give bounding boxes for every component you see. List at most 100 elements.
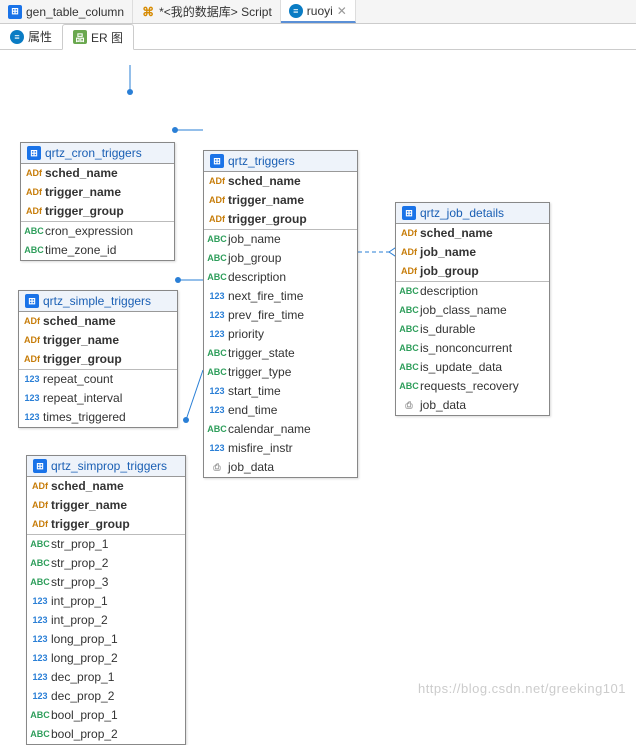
type-icon: 123 (210, 328, 224, 342)
column[interactable]: 123end_time (204, 401, 357, 420)
close-icon[interactable]: ✕ (337, 4, 347, 18)
column-name: trigger_group (51, 517, 130, 532)
column-name: repeat_count (43, 372, 113, 387)
type-icon: ADf (210, 194, 224, 208)
column[interactable]: ABCcron_expression (21, 222, 174, 241)
column[interactable]: 123repeat_interval (19, 389, 177, 408)
type-icon: 123 (210, 290, 224, 304)
column[interactable]: ABCtime_zone_id (21, 241, 174, 260)
column[interactable]: ABCjob_group (204, 249, 357, 268)
pk-column[interactable]: ADftrigger_name (19, 331, 177, 350)
column-name: repeat_interval (43, 391, 122, 406)
pk-column[interactable]: ADftrigger_name (21, 183, 174, 202)
pk-column[interactable]: ADftrigger_group (27, 515, 185, 534)
pk-column[interactable]: ADfjob_group (396, 262, 549, 281)
column[interactable]: ABCrequests_recovery (396, 377, 549, 396)
column[interactable]: 123 next_fire_time (204, 287, 357, 306)
entity-simple[interactable]: ⊞qrtz_simple_triggersADfsched_nameADftri… (18, 290, 178, 428)
column[interactable]: ABCstr_prop_3 (27, 573, 185, 592)
column[interactable]: 123repeat_count (19, 370, 177, 389)
column[interactable]: ABCis_update_data (396, 358, 549, 377)
entity-title: qrtz_simple_triggers (43, 294, 151, 308)
sub-tabs: ≡属性品ER 图 (0, 24, 636, 50)
column-name: cron_expression (45, 224, 133, 239)
entity-header[interactable]: ⊞qrtz_simprop_triggers (27, 456, 185, 477)
column[interactable]: ⎙job_data (204, 458, 357, 477)
column-name: bool_prop_2 (51, 727, 118, 742)
entity-header[interactable]: ⊞qrtz_cron_triggers (21, 143, 174, 164)
pk-column[interactable]: ADfsched_name (27, 477, 185, 496)
column[interactable]: ABCis_nonconcurrent (396, 339, 549, 358)
sub-tab[interactable]: ≡属性 (0, 24, 62, 49)
column-name: job_group (420, 264, 479, 279)
entity-header[interactable]: ⊞qrtz_triggers (204, 151, 357, 172)
er-canvas[interactable]: ⊞qrtz_cron_triggersADfsched_nameADftrigg… (0, 50, 636, 700)
type-icon: ABC (402, 285, 416, 299)
column[interactable]: 123long_prop_1 (27, 630, 185, 649)
column[interactable]: 123dec_prop_2 (27, 687, 185, 706)
pk-column[interactable]: ADftrigger_group (21, 202, 174, 221)
column[interactable]: 123long_prop_2 (27, 649, 185, 668)
pk-column[interactable]: ADfjob_name (396, 243, 549, 262)
column[interactable]: 123misfire_instr (204, 439, 357, 458)
column[interactable]: ABCbool_prop_2 (27, 725, 185, 744)
column[interactable]: ABC job_name (204, 230, 357, 249)
pk-column[interactable]: ADfsched_name (204, 172, 357, 191)
column[interactable]: ABCdescription (204, 268, 357, 287)
column-name: job_data (228, 460, 274, 475)
editor-tab[interactable]: ⌘*<我的数据库> Script (133, 0, 281, 23)
column[interactable]: 123int_prop_2 (27, 611, 185, 630)
type-icon: ABC (210, 233, 224, 247)
column[interactable]: 123times_triggered (19, 408, 177, 427)
watermark: https://blog.csdn.net/greeking101 (418, 681, 626, 696)
column[interactable]: ABCjob_class_name (396, 301, 549, 320)
table-icon: ⊞ (8, 5, 22, 19)
column[interactable]: ABCdescription (396, 282, 549, 301)
column[interactable]: ⎙job_data (396, 396, 549, 415)
column[interactable]: ABCcalendar_name (204, 420, 357, 439)
entity-header[interactable]: ⊞qrtz_simple_triggers (19, 291, 177, 312)
sub-tab[interactable]: 品ER 图 (62, 24, 134, 50)
type-icon: ADf (210, 213, 224, 227)
pk-column[interactable]: ADfsched_name (21, 164, 174, 183)
type-icon: 123 (210, 404, 224, 418)
type-icon: ABC (210, 271, 224, 285)
column[interactable]: ABCstr_prop_2 (27, 554, 185, 573)
column[interactable]: 123int_prop_1 (27, 592, 185, 611)
column[interactable]: 123priority (204, 325, 357, 344)
column[interactable]: 123prev_fire_time (204, 306, 357, 325)
entity-header[interactable]: ⊞qrtz_job_details (396, 203, 549, 224)
column-name: next_fire_time (228, 289, 303, 304)
type-icon: ADf (25, 315, 39, 329)
pk-column[interactable]: ADftrigger_name (27, 496, 185, 515)
type-icon: 123 (33, 614, 47, 628)
editor-tabs: ⊞gen_table_column⌘*<我的数据库> Script≡ruoyi✕ (0, 0, 636, 24)
column[interactable]: ABCis_durable (396, 320, 549, 339)
pk-column[interactable]: ADfsched_name (396, 224, 549, 243)
column[interactable]: ABCtrigger_type (204, 363, 357, 382)
column-name: trigger_type (228, 365, 291, 380)
pk-column[interactable]: ADftrigger_group (204, 210, 357, 229)
type-icon: ABC (210, 252, 224, 266)
column-name: sched_name (228, 174, 301, 189)
column-name: job_data (420, 398, 466, 413)
entity-title: qrtz_simprop_triggers (51, 459, 167, 473)
pk-column[interactable]: ADfsched_name (19, 312, 177, 331)
column[interactable]: 123dec_prop_1 (27, 668, 185, 687)
column-name: misfire_instr (228, 441, 293, 456)
type-icon: ABC (402, 361, 416, 375)
column[interactable]: ABCstr_prop_1 (27, 535, 185, 554)
column[interactable]: 123start_time (204, 382, 357, 401)
pk-column[interactable]: ADftrigger_group (19, 350, 177, 369)
column-name: job_name (228, 232, 281, 247)
column[interactable]: ABCtrigger_state (204, 344, 357, 363)
entity-cron[interactable]: ⊞qrtz_cron_triggersADfsched_nameADftrigg… (20, 142, 175, 261)
column-name: calendar_name (228, 422, 311, 437)
editor-tab[interactable]: ≡ruoyi✕ (281, 0, 356, 23)
editor-tab[interactable]: ⊞gen_table_column (0, 0, 133, 23)
pk-column[interactable]: ADftrigger_name (204, 191, 357, 210)
column[interactable]: ABCbool_prop_1 (27, 706, 185, 725)
type-icon: ADf (27, 186, 41, 200)
entity-triggers[interactable]: ⊞qrtz_triggersADfsched_nameADftrigger_na… (203, 150, 358, 478)
entity-job[interactable]: ⊞qrtz_job_detailsADfsched_nameADfjob_nam… (395, 202, 550, 416)
